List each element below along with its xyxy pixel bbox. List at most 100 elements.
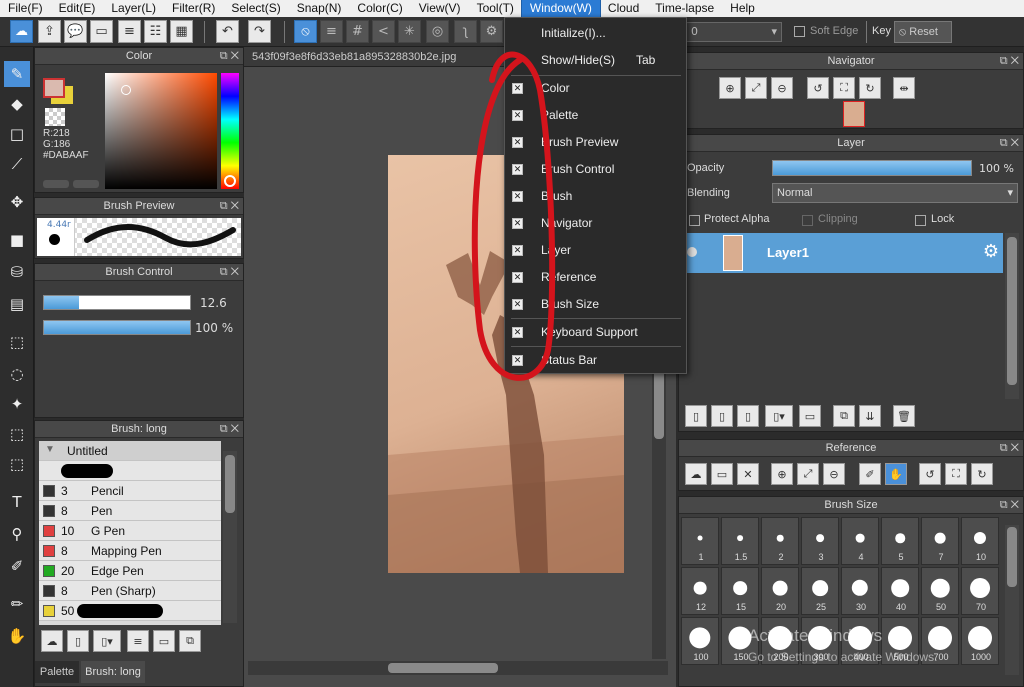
list-item[interactable]: 50 [39, 601, 221, 621]
color-history-button[interactable] [73, 180, 99, 188]
list-item[interactable]: 20 Edge Pen [39, 561, 221, 581]
brush-size-option[interactable]: 12 [681, 567, 719, 615]
magic-wand-icon[interactable]: ✦ [4, 391, 30, 417]
add-layer-icon[interactable]: ▯▾ [765, 405, 793, 427]
brush-size-slider[interactable] [43, 295, 191, 310]
panel-close-icon[interactable]: ⧉ ✕ [1000, 440, 1019, 457]
brush-size-select[interactable]: 0 ▾ [686, 22, 782, 42]
menu-item-reference[interactable]: ✕ Reference [505, 264, 686, 290]
brush-size-option[interactable]: 2 [761, 517, 799, 565]
fit-icon[interactable]: ⤢ [797, 463, 819, 485]
menu-cloud[interactable]: Cloud [600, 0, 647, 17]
hue-handle[interactable] [224, 175, 236, 187]
saturation-value-field[interactable] [105, 73, 217, 189]
menu-item-show-hide[interactable]: Show/Hide(S) Tab [505, 47, 686, 73]
document-icon[interactable]: ≡ [118, 20, 141, 43]
list-item[interactable] [39, 461, 221, 481]
primary-color-swatch[interactable] [43, 78, 65, 98]
eyedropper-tool-icon[interactable]: ✐ [4, 553, 30, 579]
brush-size-option[interactable]: 50 [921, 567, 959, 615]
gear-icon[interactable]: ⚙ [983, 241, 999, 262]
menu-filter[interactable]: Filter(R) [164, 0, 223, 17]
comment-icon[interactable]: ▭ [90, 20, 113, 43]
close-icon[interactable]: ✕ [737, 463, 759, 485]
menu-file[interactable]: File(F) [0, 0, 51, 17]
snap-perspective-icon[interactable]: < [372, 20, 395, 43]
select-rect-icon[interactable]: ⬚ [4, 329, 30, 355]
folder-icon[interactable]: ▭ [799, 405, 821, 427]
brush-size-option[interactable]: 1000 [961, 617, 999, 665]
snap-parallel-icon[interactable]: ≡ [320, 20, 343, 43]
visibility-icon[interactable] [687, 247, 697, 257]
brush-size-option[interactable]: 70 [961, 567, 999, 615]
menu-select[interactable]: Select(S) [223, 0, 288, 17]
move-tool-icon[interactable]: ✥ [4, 189, 30, 215]
redo-icon[interactable]: ↷ [248, 20, 271, 43]
menu-tool[interactable]: Tool(T) [469, 0, 522, 17]
brush-size-option[interactable]: 40 [881, 567, 919, 615]
cloud-brush-icon[interactable]: ☁ [41, 630, 63, 652]
list-item[interactable]: 3 Pencil [39, 481, 221, 501]
menu-layer[interactable]: Layer(L) [103, 0, 164, 17]
add-brush-icon[interactable]: ▯▾ [93, 630, 121, 652]
layer-scrollbar[interactable] [1005, 233, 1019, 399]
brush-size-option[interactable]: 1.5 [721, 517, 759, 565]
panel-close-icon[interactable]: ⧉ ✕ [1000, 135, 1019, 152]
bucket-tool-icon[interactable]: ⛁ [4, 259, 30, 285]
open-folder-icon[interactable]: ▭ [711, 463, 733, 485]
brush-size-option[interactable]: 10 [961, 517, 999, 565]
text-tool-icon[interactable]: T [4, 489, 30, 515]
rotate-right-icon[interactable]: ↻ [859, 77, 881, 99]
panel-close-icon[interactable]: ⧉ ✕ [1000, 53, 1019, 70]
protect-alpha-checkbox[interactable] [689, 215, 700, 226]
reset-view-icon[interactable]: ⛶ [833, 77, 855, 99]
menu-item-initialize[interactable]: Initialize(I)... [505, 20, 686, 46]
speech-bubble-icon[interactable]: 💬 [64, 20, 87, 43]
menu-item-navigator[interactable]: ✕ Navigator [505, 210, 686, 236]
brush-size-option[interactable]: 1 [681, 517, 719, 565]
menu-item-color[interactable]: ✕ Color [505, 75, 686, 101]
list-item[interactable]: 10 G Pen [39, 521, 221, 541]
menu-item-palette[interactable]: ✕ Palette [505, 102, 686, 128]
zoom-out-icon[interactable]: ⊖ [823, 463, 845, 485]
menu-item-brush-preview[interactable]: ✕ Brush Preview [505, 129, 686, 155]
snap-setting-icon[interactable]: ⚙ [480, 20, 503, 43]
pen-tool-icon[interactable]: ✏ [4, 591, 30, 617]
blending-select[interactable]: Normal ▾ [772, 183, 1018, 203]
new-layer-8bit-icon[interactable]: ▯ [711, 405, 733, 427]
menu-snap[interactable]: Snap(N) [289, 0, 350, 17]
eyedropper-icon[interactable]: ✐ [859, 463, 881, 485]
menu-window[interactable]: Window(W) [520, 0, 601, 18]
brush-opacity-slider[interactable] [43, 320, 191, 335]
transparent-swatch[interactable] [45, 108, 65, 126]
brush-size-option[interactable]: 4 [841, 517, 879, 565]
share-icon[interactable]: ⇪ [38, 20, 61, 43]
panel-close-icon[interactable]: ⧉ ✕ [1000, 497, 1019, 514]
soft-edge-checkbox[interactable] [794, 26, 805, 37]
select-pen-icon[interactable]: ⬚ [4, 421, 30, 447]
menu-view[interactable]: View(V) [411, 0, 469, 17]
folder-icon[interactable]: ▭ [153, 630, 175, 652]
brush-size-option[interactable]: 3 [801, 517, 839, 565]
snap-curve-icon[interactable]: ʅ [454, 20, 477, 43]
menu-edit[interactable]: Edit(E) [51, 0, 104, 17]
brush-size-option[interactable]: 30 [841, 567, 879, 615]
reset-button[interactable]: ⦸ Reset [894, 21, 952, 43]
canvas-horizontal-scrollbar[interactable] [248, 661, 668, 675]
menu-color[interactable]: Color(C) [349, 0, 410, 17]
clipping-checkbox[interactable] [802, 215, 813, 226]
new-brush-icon[interactable]: ▯ [67, 630, 89, 652]
brush-list-scrollbar[interactable] [223, 451, 237, 623]
color-picker-cursor[interactable] [121, 85, 131, 95]
cloud-icon[interactable]: ☁ [10, 20, 33, 43]
checklist-icon[interactable]: ▦ [170, 20, 193, 43]
lasso-icon[interactable]: ◌ [4, 361, 30, 387]
line-tool-icon[interactable]: ⟋ [4, 151, 30, 177]
cloud-icon[interactable]: ☁ [685, 463, 707, 485]
brush-size-scrollbar[interactable] [1005, 525, 1019, 675]
new-layer-icon[interactable]: ▯ [685, 405, 707, 427]
menu-item-keyboard-support[interactable]: ✕ Keyboard Support [505, 319, 686, 345]
duplicate-icon[interactable]: ⧉ [833, 405, 855, 427]
brush-size-option[interactable]: 20 [761, 567, 799, 615]
zoom-in-icon[interactable]: ⊕ [771, 463, 793, 485]
